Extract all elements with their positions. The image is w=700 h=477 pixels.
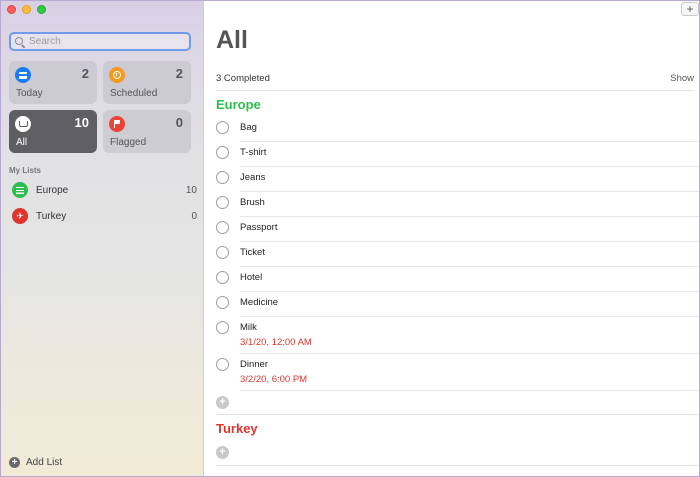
smart-list-label: Flagged (110, 137, 147, 148)
complete-checkbox[interactable] (216, 196, 229, 209)
smart-lists: 2 Today 2 Scheduled 10 All 0 Flagged (9, 61, 191, 153)
divider (240, 141, 699, 142)
complete-checkbox[interactable] (216, 146, 229, 159)
airplane-icon: ✈ (12, 208, 28, 224)
smart-list-scheduled[interactable]: 2 Scheduled (103, 61, 191, 104)
completed-count: 3 Completed (216, 73, 270, 84)
reminder-due-date: 3/1/20, 12:00 AM (240, 337, 312, 348)
divider (240, 166, 699, 167)
reminder-item[interactable]: Jeans (216, 168, 699, 192)
divider (240, 291, 699, 292)
smart-list-count: 2 (175, 66, 183, 81)
list-count: 0 (191, 210, 197, 222)
calendar-icon (15, 67, 31, 83)
divider (216, 90, 694, 91)
reminder-text[interactable]: Hotel (240, 272, 262, 283)
divider (216, 414, 699, 415)
smart-list-count: 2 (81, 66, 89, 81)
divider (240, 353, 699, 354)
reminder-item[interactable]: Passport (216, 218, 699, 242)
sidebar: 2 Today 2 Scheduled 10 All 0 Flagged My … (1, 1, 204, 476)
smart-list-count: 10 (74, 115, 89, 130)
reminder-text[interactable]: Medicine (240, 297, 278, 308)
reminder-text[interactable]: T-shirt (240, 147, 266, 158)
smart-list-flagged[interactable]: 0 Flagged (103, 110, 191, 153)
list-name: Europe (36, 184, 69, 196)
smart-list-label: Today (16, 88, 43, 99)
reminders-window: 2 Today 2 Scheduled 10 All 0 Flagged My … (0, 0, 700, 477)
reminder-item[interactable]: Brush (216, 193, 699, 217)
smart-list-label: All (16, 137, 28, 148)
smart-list-all[interactable]: 10 All (9, 110, 97, 153)
add-reminder-button[interactable]: + (216, 446, 229, 459)
page-title: All (216, 26, 248, 54)
reminder-item[interactable]: Medicine (216, 293, 699, 317)
reminder-text[interactable]: Passport (240, 222, 278, 233)
completed-bar: 3 Completed Show (216, 73, 694, 84)
tray-icon (15, 116, 31, 132)
close-window-button[interactable] (7, 5, 16, 14)
reminder-item[interactable]: Hotel (216, 268, 699, 292)
complete-checkbox[interactable] (216, 171, 229, 184)
reminder-text[interactable]: Dinner (240, 359, 268, 370)
search-icon (15, 36, 25, 47)
complete-checkbox[interactable] (216, 246, 229, 259)
group-title-turkey: Turkey (216, 421, 258, 436)
reminder-item[interactable]: Bag (216, 118, 699, 142)
sidebar-list-turkey[interactable]: ✈ Turkey 0 (9, 205, 197, 227)
smart-list-count: 0 (175, 115, 183, 130)
reminder-text[interactable]: Jeans (240, 172, 265, 183)
reminder-text[interactable]: Brush (240, 197, 265, 208)
complete-checkbox[interactable] (216, 221, 229, 234)
reminder-text[interactable]: Milk (240, 322, 257, 333)
list-bullet-icon (12, 182, 28, 198)
my-lists-header: My Lists (9, 166, 42, 175)
search-input[interactable] (29, 36, 179, 47)
reminder-item[interactable]: Dinner 3/2/20, 6:00 PM (216, 355, 699, 391)
window-controls (7, 5, 46, 14)
divider (240, 316, 699, 317)
reminder-item[interactable]: Milk 3/1/20, 12:00 AM (216, 318, 699, 354)
zoom-window-button[interactable] (37, 5, 46, 14)
divider (240, 191, 699, 192)
divider (216, 465, 699, 466)
divider (240, 216, 699, 217)
reminder-text[interactable]: Bag (240, 122, 257, 133)
add-list-label: Add List (26, 457, 63, 468)
list-count: 10 (185, 184, 197, 196)
complete-checkbox[interactable] (216, 271, 229, 284)
group-title-europe: Europe (216, 97, 261, 112)
add-list-button[interactable]: + Add List (9, 457, 62, 468)
complete-checkbox[interactable] (216, 321, 229, 334)
new-reminder-button[interactable]: + (681, 2, 699, 16)
list-name: Turkey (36, 210, 67, 222)
plus-circle-icon: + (9, 457, 20, 468)
flag-icon (109, 116, 125, 132)
reminder-item[interactable]: T-shirt (216, 143, 699, 167)
reminder-text[interactable]: Ticket (240, 247, 265, 258)
complete-checkbox[interactable] (216, 358, 229, 371)
clock-icon (109, 67, 125, 83)
sidebar-list-europe[interactable]: Europe 10 (9, 179, 197, 201)
reminders-main: + All 3 Completed Show Europe Bag T-shir… (205, 1, 699, 476)
show-completed-button[interactable]: Show (670, 73, 694, 84)
divider (240, 390, 699, 391)
add-reminder-button[interactable]: + (216, 396, 229, 409)
divider (240, 266, 699, 267)
complete-checkbox[interactable] (216, 296, 229, 309)
complete-checkbox[interactable] (216, 121, 229, 134)
smart-list-today[interactable]: 2 Today (9, 61, 97, 104)
divider (240, 241, 699, 242)
reminder-item[interactable]: Ticket (216, 243, 699, 267)
search-field[interactable] (9, 32, 191, 51)
smart-list-label: Scheduled (110, 88, 158, 99)
minimize-window-button[interactable] (22, 5, 31, 14)
reminder-due-date: 3/2/20, 6:00 PM (240, 374, 308, 385)
